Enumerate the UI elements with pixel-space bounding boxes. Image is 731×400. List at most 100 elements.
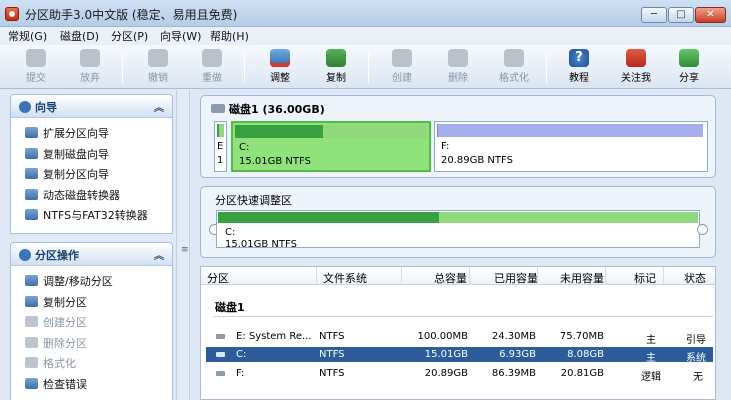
toolbar-divider <box>122 53 123 83</box>
toolbar-divider <box>244 53 245 83</box>
title-bar[interactable]: 分区助手3.0中文版 (稳定、易用且免费) ─ □ ✕ <box>0 0 731 27</box>
column-divider[interactable] <box>401 267 402 285</box>
create-label: 创建 <box>392 73 412 84</box>
convert-icon <box>25 209 38 220</box>
op-create-partition[interactable]: 创建分区 <box>11 311 172 332</box>
col-filesystem[interactable]: 文件系统 <box>323 270 367 286</box>
delete-button[interactable]: 删除 <box>436 49 480 87</box>
copy-button[interactable]: 复制 <box>314 49 358 87</box>
resize-icon <box>25 275 38 286</box>
redo-arrow-icon <box>202 49 222 67</box>
cell-total: 100.00MB <box>417 331 468 342</box>
splitter-grip-icon[interactable]: ≡ <box>181 245 189 255</box>
copy-partition-icon <box>25 168 38 179</box>
maximize-button[interactable]: □ <box>668 7 694 23</box>
wizard-copy-disk[interactable]: 复制磁盘向导 <box>11 143 172 164</box>
resize-handle-right[interactable] <box>697 224 708 235</box>
wizard-section-header[interactable]: 向导 ︽ <box>11 95 172 118</box>
copy-label: 复制 <box>326 73 346 84</box>
col-partition[interactable]: 分区 <box>207 270 229 286</box>
disk-map: 磁盘1 (36.00GB) E 1 C: 15.01GB NTFS F: 20.… <box>200 95 716 178</box>
table-row[interactable]: E: System Re... NTFS 100.00MB 24.30MB 75… <box>206 329 713 346</box>
app-window: 分区助手3.0中文版 (稳定、易用且免费) ─ □ ✕ 常规(G) 磁盘(D) … <box>0 0 731 400</box>
submit-button[interactable]: 提交 <box>14 49 58 87</box>
menu-disk[interactable]: 磁盘(D) <box>60 28 99 44</box>
op-label: 检查错误 <box>43 377 87 391</box>
col-flag[interactable]: 标记 <box>634 270 656 286</box>
undo-button[interactable]: 撤销 <box>136 49 180 87</box>
menu-general[interactable]: 常规(G) <box>8 28 47 44</box>
create-button[interactable]: 创建 <box>380 49 424 87</box>
partition-block-c[interactable]: C: 15.01GB NTFS <box>231 121 431 172</box>
column-divider[interactable] <box>316 267 317 285</box>
format-brush-icon <box>504 49 524 67</box>
copy-disk-icon <box>326 49 346 67</box>
column-divider[interactable] <box>605 267 606 285</box>
partition-block-f[interactable]: F: 20.89GB NTFS <box>434 121 708 172</box>
hard-disk-icon <box>211 104 225 113</box>
op-resize-move[interactable]: 调整/移动分区 <box>11 270 172 291</box>
share-button[interactable]: 分享 <box>667 49 711 87</box>
follow-button[interactable]: 关注我 <box>614 49 658 87</box>
menu-help[interactable]: 帮助(H) <box>210 28 249 44</box>
partition-name: E <box>217 141 224 152</box>
disk-title: 磁盘1 (36.00GB) <box>211 101 325 117</box>
menu-partition[interactable]: 分区(P) <box>111 28 148 44</box>
table-header: 分区 文件系统 总容量 已用容量 未用容量 标记 状态 <box>201 267 715 285</box>
tutorial-button[interactable]: ? 教程 <box>557 49 601 87</box>
op-label: 复制分区 <box>43 295 87 309</box>
cell-status: 无 <box>693 372 703 383</box>
partition-icon <box>216 371 225 376</box>
wizard-extend-partition[interactable]: 扩展分区向导 <box>11 122 172 143</box>
resize-disk-icon <box>270 49 290 67</box>
format-icon <box>25 357 38 368</box>
close-button[interactable]: ✕ <box>695 7 726 23</box>
partition-ops-header[interactable]: 分区操作 ︽ <box>11 243 172 266</box>
op-delete-partition[interactable]: 删除分区 <box>11 332 172 353</box>
cell-flag: 逻辑 <box>641 372 661 383</box>
op-check-errors[interactable]: 检查错误 <box>11 373 172 394</box>
discard-button[interactable]: 放弃 <box>68 49 112 87</box>
col-total[interactable]: 总容量 <box>434 270 467 286</box>
redo-label: 重做 <box>202 73 222 84</box>
quick-adjust-partition[interactable]: C: 15.01GB NTFS <box>216 210 700 250</box>
wizard-icon <box>19 101 31 113</box>
usage-fill <box>217 124 219 137</box>
collapse-chevron-icon[interactable]: ︽ <box>154 247 164 262</box>
tutorial-label: 教程 <box>569 73 589 84</box>
cell-total: 20.89GB <box>424 368 468 379</box>
wizard-copy-partition[interactable]: 复制分区向导 <box>11 163 172 184</box>
window-title: 分区助手3.0中文版 (稳定、易用且免费) <box>25 8 238 22</box>
col-free[interactable]: 未用容量 <box>560 270 604 286</box>
delete-label: 删除 <box>448 73 468 84</box>
table-row-selected[interactable]: C: NTFS 15.01GB 6.93GB 8.08GB 主 系统 <box>206 347 713 364</box>
wizard-dynamic-disk-converter[interactable]: 动态磁盘转换器 <box>11 184 172 205</box>
cell-free: 20.81GB <box>560 368 604 379</box>
col-status[interactable]: 状态 <box>684 270 706 286</box>
app-logo-icon <box>5 7 19 21</box>
cell-status: 系统 <box>686 353 706 364</box>
partition-size: 20.89GB NTFS <box>441 155 513 166</box>
panel-splitter[interactable]: ≡ <box>176 90 190 400</box>
resize-button[interactable]: 调整 <box>258 49 302 87</box>
op-copy-partition[interactable]: 复制分区 <box>11 291 172 312</box>
column-divider[interactable] <box>469 267 470 285</box>
collapse-chevron-icon[interactable]: ︽ <box>154 99 164 114</box>
cross-icon <box>80 49 100 67</box>
op-format[interactable]: 格式化 <box>11 352 172 373</box>
partition-ops-icon <box>19 249 31 261</box>
cell-status: 引导 <box>686 335 706 346</box>
redo-button[interactable]: 重做 <box>190 49 234 87</box>
column-divider[interactable] <box>537 267 538 285</box>
cell-partition: C: <box>236 349 247 360</box>
column-divider[interactable] <box>663 267 664 285</box>
col-used[interactable]: 已用容量 <box>494 270 538 286</box>
usage-bar <box>437 124 703 137</box>
format-button[interactable]: 格式化 <box>492 49 536 87</box>
minimize-button[interactable]: ─ <box>641 7 667 23</box>
partition-name: C: <box>239 142 250 153</box>
table-row[interactable]: F: NTFS 20.89GB 86.39MB 20.81GB 逻辑 无 <box>206 366 713 383</box>
menu-wizard[interactable]: 向导(W) <box>160 28 201 44</box>
partition-block-e[interactable]: E 1 <box>214 121 227 172</box>
wizard-ntfs-fat32-converter[interactable]: NTFS与FAT32转换器 <box>11 204 172 225</box>
